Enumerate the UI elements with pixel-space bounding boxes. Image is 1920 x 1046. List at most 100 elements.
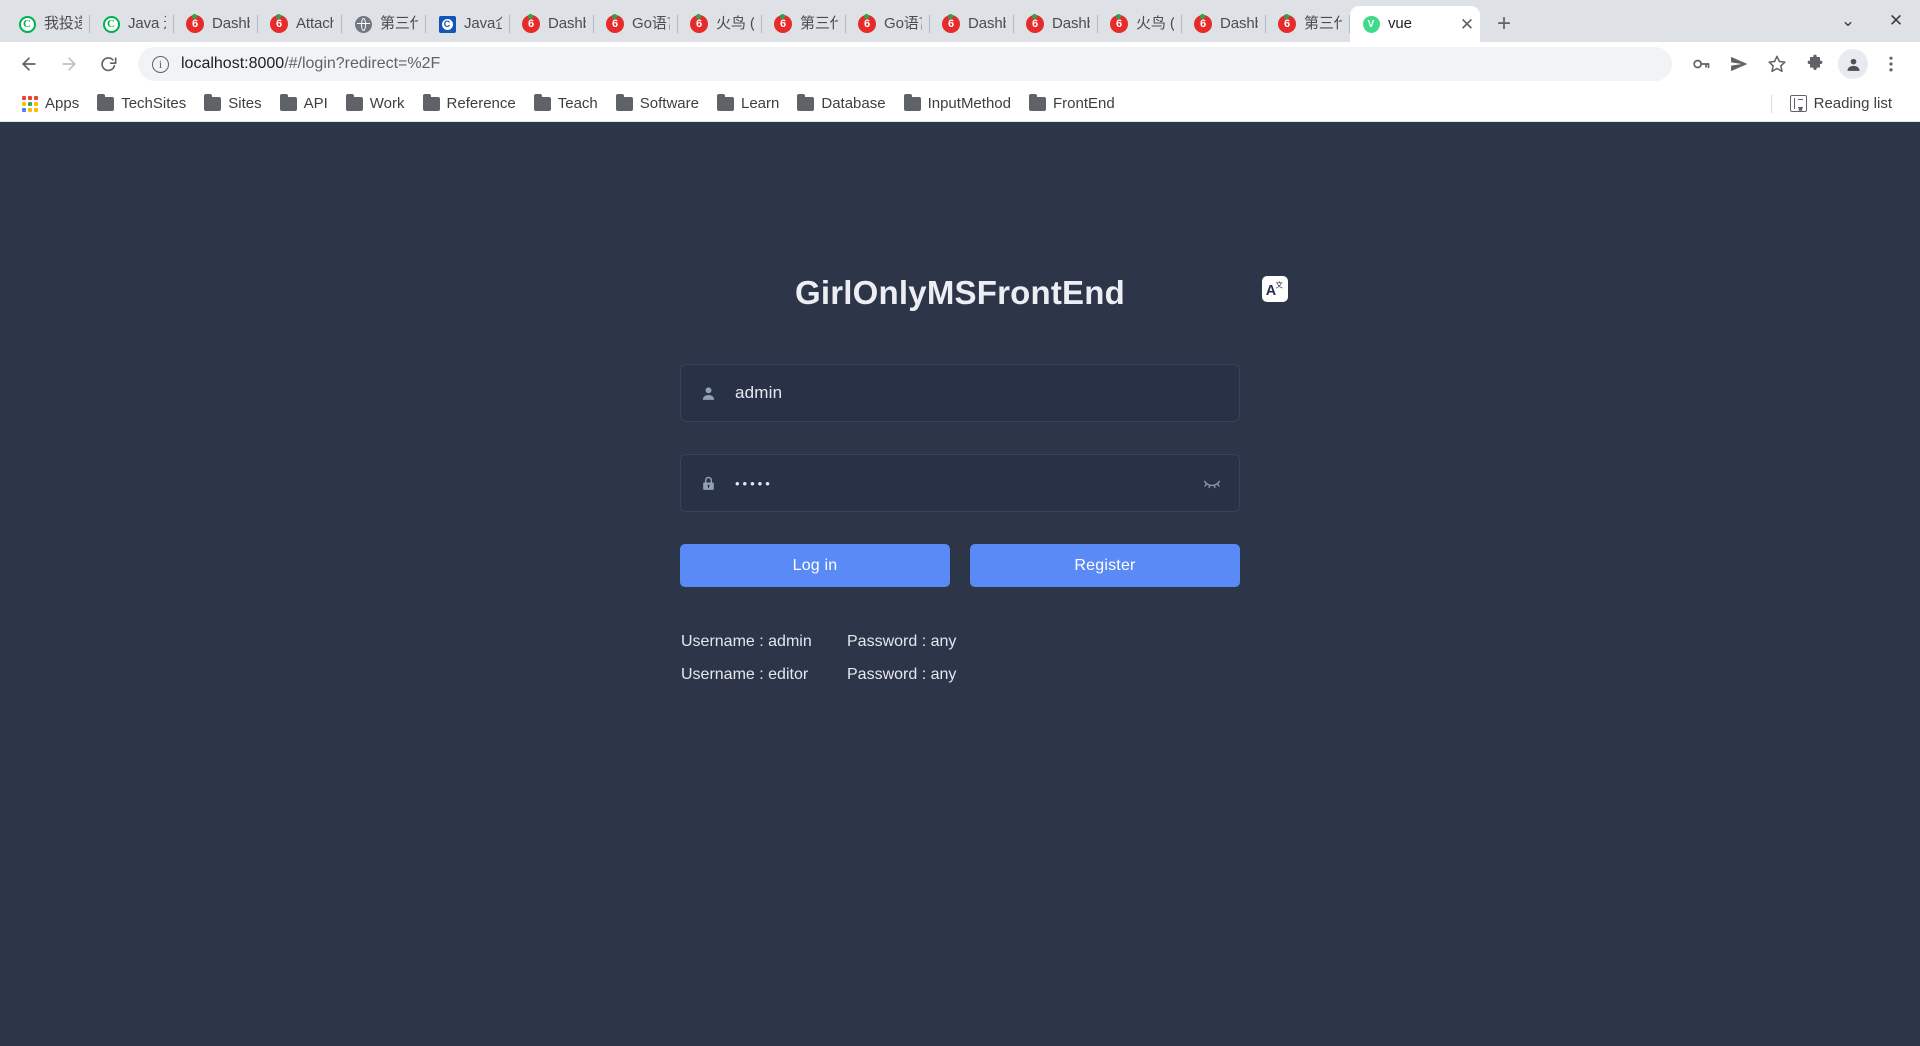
csdn-green-icon: C (18, 15, 36, 33)
browser-tab[interactable]: 6 Go语言 (594, 6, 678, 42)
url-path: /#/login?redirect=%2F (284, 55, 441, 72)
tab-close-icon[interactable]: ✕ (1458, 15, 1476, 33)
tab-title: Dashb (212, 15, 250, 32)
bookmark-sites[interactable]: Sites (196, 91, 269, 116)
login-button[interactable]: Log in (680, 544, 950, 587)
browser-tab[interactable]: C 我投递 (6, 6, 90, 42)
username-input[interactable]: admin (735, 383, 1223, 403)
csdn-green-icon: C (102, 15, 120, 33)
browser-tab-active[interactable]: Vvue ✕ (1350, 6, 1480, 42)
browser-tab[interactable]: 6 第三代 (1266, 6, 1350, 42)
browser-tab[interactable]: 6 Attach (258, 6, 342, 42)
back-button[interactable] (12, 47, 46, 81)
browser-tab[interactable]: 6 第三代 (762, 6, 846, 42)
window-close-icon[interactable]: ✕ (1884, 9, 1908, 33)
three-dot-menu-icon[interactable] (1874, 47, 1908, 81)
credential-hints: Username : admin Password : any Username… (680, 625, 1240, 691)
tabstrip-controls: ⌄ ✕ (1836, 0, 1920, 42)
browser-toolbar: i localhost:8000/#/login?redirect=%2F (0, 42, 1920, 86)
cnblogs-red-icon: 6 (942, 14, 960, 33)
bookmark-label: API (303, 95, 328, 112)
hint-row: Username : editor Password : any (681, 658, 1240, 691)
user-icon (697, 382, 719, 404)
bookmark-software[interactable]: Software (608, 91, 707, 116)
bookmark-work[interactable]: Work (338, 91, 413, 116)
star-icon[interactable] (1760, 47, 1794, 81)
bookmark-label: Reference (446, 95, 516, 112)
bookmark-apps[interactable]: Apps (14, 91, 87, 116)
folder-icon (1028, 93, 1046, 111)
bookmark-api[interactable]: API (272, 91, 336, 116)
bookmark-database[interactable]: Database (789, 91, 893, 116)
language-switch-icon[interactable]: A 文 (1262, 276, 1288, 302)
browser-tab[interactable]: 第三代 (342, 6, 426, 42)
site-info-icon[interactable]: i (152, 55, 169, 73)
folder-icon (533, 93, 551, 111)
vue-icon: V (1362, 15, 1380, 33)
cnblogs-red-icon: 6 (1194, 14, 1212, 33)
bookmark-apps-label: Apps (45, 95, 80, 112)
reading-list-label: Reading list (1813, 95, 1892, 112)
browser-tab[interactable]: C Java企 (426, 6, 510, 42)
url-host: localhost:8000 (181, 55, 285, 72)
tab-title: 火鸟 ( (716, 15, 754, 32)
cnblogs-red-icon: 6 (606, 14, 624, 33)
folder-icon (903, 93, 921, 111)
bookmark-reference[interactable]: Reference (415, 91, 524, 116)
login-buttons: Log in Register (680, 544, 1240, 587)
tab-title: Java企 (464, 15, 502, 32)
reading-list-button[interactable]: Reading list (1782, 91, 1900, 116)
forward-button[interactable] (52, 47, 86, 81)
login-title-row: GirlOnlyMSFrontEnd A 文 (680, 274, 1288, 312)
browser-window: C我投递CJava 进6Dashb6Attach第三代CJava企6Dashb6… (0, 0, 1920, 1046)
register-button[interactable]: Register (970, 544, 1240, 587)
browser-tab[interactable]: 6 Dashb (1014, 6, 1098, 42)
bookmark-label: TechSites (121, 95, 187, 112)
page-content: GirlOnlyMSFrontEnd A 文 admin ••••• Log i… (0, 122, 1920, 1046)
cnblogs-red-icon: 6 (690, 14, 708, 33)
tab-title: vue (1388, 15, 1412, 32)
browser-tab[interactable]: C Java 进 (90, 6, 174, 42)
cnblogs-red-icon: 6 (774, 14, 792, 33)
browser-tab[interactable]: 6 Dashb (174, 6, 258, 42)
browser-tab[interactable]: 6 Dashb (930, 6, 1014, 42)
eye-closed-icon[interactable] (1201, 472, 1223, 494)
extensions-puzzle-icon[interactable] (1798, 47, 1832, 81)
reload-button[interactable] (92, 47, 126, 81)
cnblogs-red-icon: 6 (186, 14, 204, 33)
address-bar[interactable]: i localhost:8000/#/login?redirect=%2F (138, 47, 1672, 81)
cnblogs-red-icon: 6 (1110, 14, 1128, 33)
send-icon[interactable] (1722, 47, 1756, 81)
password-field[interactable]: ••••• (680, 454, 1240, 512)
password-input[interactable]: ••••• (735, 476, 1201, 491)
tab-title: Dashb (968, 15, 1006, 32)
browser-tab[interactable]: 6 火鸟 ( (678, 6, 762, 42)
tab-title: Dashb (1220, 15, 1258, 32)
apps-grid-icon (22, 95, 38, 112)
folder-icon (279, 93, 297, 111)
bookmark-techsites[interactable]: TechSites (89, 91, 194, 116)
folder-icon (345, 93, 363, 111)
bookmark-learn[interactable]: Learn (709, 91, 787, 116)
svg-text:A: A (1266, 283, 1276, 299)
browser-tab[interactable]: 6 Dashb (510, 6, 594, 42)
bookmarks-bar: Apps TechSites Sites API Work Reference Teach… (0, 86, 1920, 122)
bookmark-label: FrontEnd (1052, 95, 1115, 112)
browser-tab[interactable]: 6 Go语言 (846, 6, 930, 42)
bookmark-teach[interactable]: Teach (526, 91, 606, 116)
bookmark-inputmethod[interactable]: InputMethod (896, 91, 1019, 116)
profile-avatar-icon[interactable] (1838, 49, 1868, 79)
cnblogs-red-icon: 6 (522, 14, 540, 33)
tab-search-chevron-icon[interactable]: ⌄ (1836, 9, 1860, 33)
tab-title: Java 进 (128, 15, 166, 32)
cnblogs-red-icon: 6 (858, 14, 876, 33)
username-field[interactable]: admin (680, 364, 1240, 422)
tab-title: Attach (296, 15, 334, 32)
bookmark-label: Software (639, 95, 699, 112)
bookmark-frontend[interactable]: FrontEnd (1021, 91, 1123, 116)
browser-tab[interactable]: 6 火鸟 ( (1098, 6, 1182, 42)
bookmark-label: Teach (557, 95, 598, 112)
key-icon[interactable] (1684, 47, 1718, 81)
new-tab-button[interactable]: + (1486, 6, 1522, 42)
browser-tab[interactable]: 6 Dashb (1182, 6, 1266, 42)
